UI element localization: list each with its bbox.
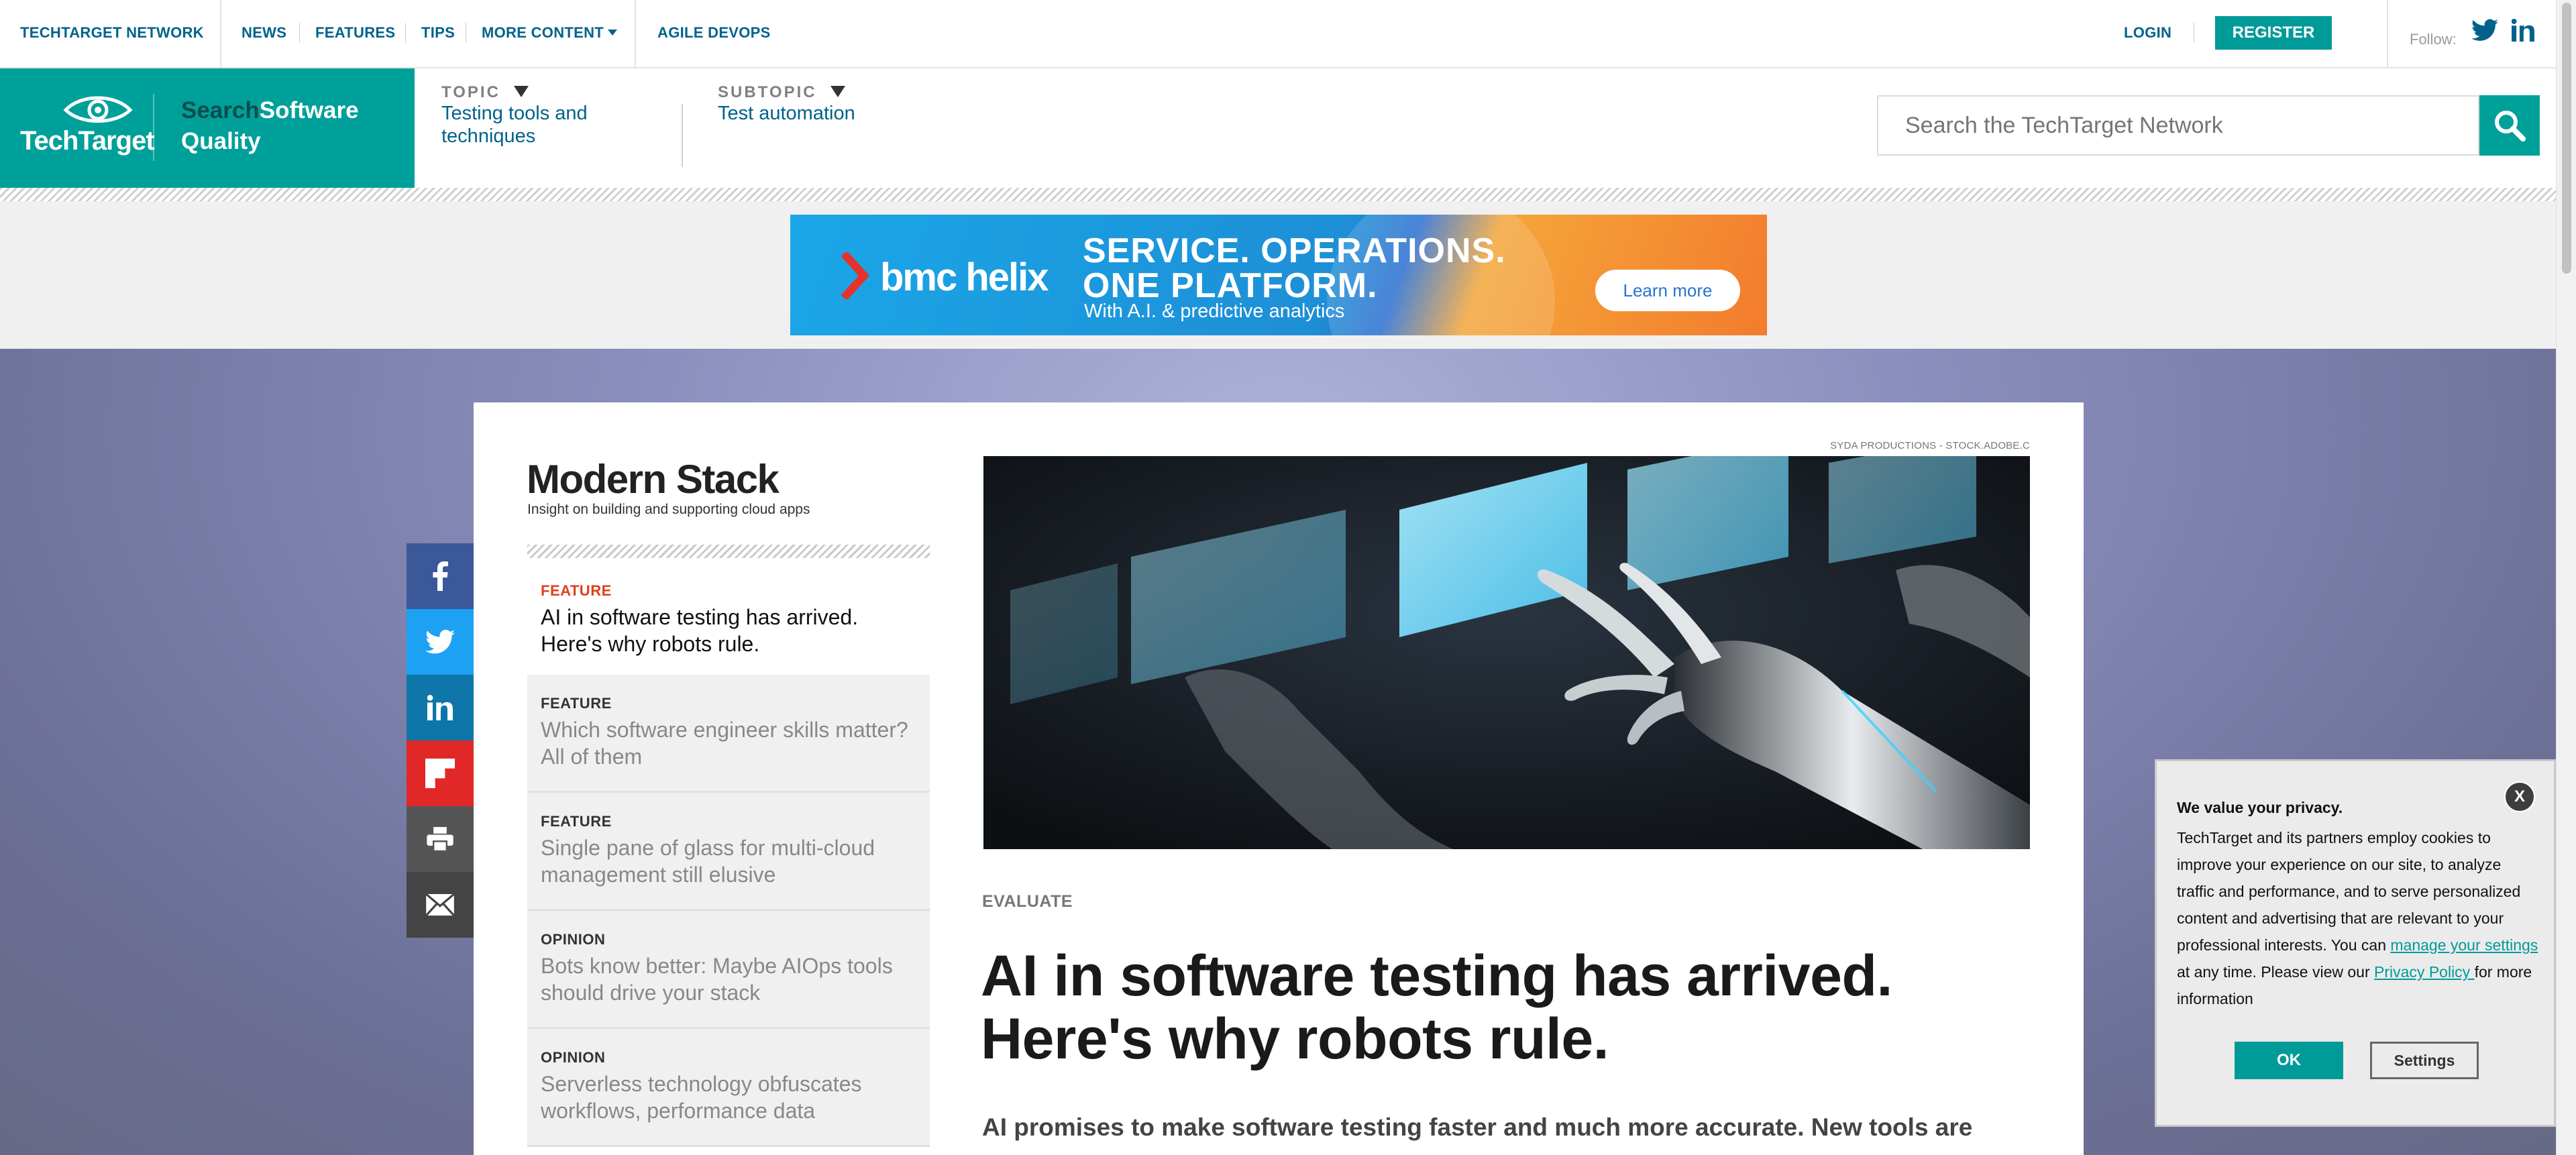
caret-down-icon — [830, 86, 845, 97]
article-headline: Bots know better: Maybe AIOps tools shou… — [541, 954, 893, 1005]
nav-more-content[interactable]: MORE CONTENT — [482, 24, 618, 42]
topic-label: TOPIC — [441, 83, 500, 101]
topic-value[interactable]: Testing tools and techniques — [441, 102, 588, 148]
list-item[interactable]: FEATURE AI in software testing has arriv… — [527, 562, 930, 680]
print-icon — [427, 827, 453, 851]
flipboard-icon — [425, 759, 455, 788]
nav-techtarget-network[interactable]: TECHTARGET NETWORK — [20, 24, 204, 42]
privacy-ok-button[interactable]: OK — [2235, 1042, 2343, 1079]
article-headline: Which software engineer skills matter? A… — [541, 718, 908, 769]
login-link[interactable]: LOGIN — [2124, 24, 2171, 42]
nav-divider — [2387, 0, 2388, 67]
linkedin-icon — [427, 695, 453, 720]
nav-more-content-label: MORE CONTENT — [482, 24, 604, 41]
search-box — [1877, 95, 2479, 156]
site-brand-block[interactable]: TechTarget SearchSoftware Quality — [0, 68, 415, 188]
privacy-text: at any time. Please view our — [2177, 963, 2375, 981]
share-twitter-button[interactable] — [407, 609, 474, 675]
bmc-chevron-icon — [841, 252, 870, 299]
scrollbar-thumb[interactable] — [2562, 3, 2571, 274]
article-headline: Single pane of glass for multi-cloud man… — [541, 836, 875, 887]
close-privacy-button[interactable]: X — [2504, 781, 2535, 812]
article-type-label: OPINION — [541, 1049, 606, 1066]
article-lead: AI promises to make software testing fas… — [982, 1113, 1973, 1141]
ad-brand: bmc helix — [880, 256, 1049, 299]
print-button[interactable] — [407, 806, 474, 872]
privacy-text: TechTarget and its partners employ cooki… — [2177, 829, 2521, 954]
nav-separator — [299, 23, 300, 43]
list-item[interactable]: OPINION Bots know better: Maybe AIOps to… — [527, 911, 930, 1029]
list-item[interactable]: OPINION Serverless technology obfuscates… — [527, 1029, 930, 1147]
article-hero-image — [983, 456, 2030, 849]
search-input[interactable] — [1878, 97, 2478, 154]
email-button[interactable] — [407, 872, 474, 938]
article-headline: AI in software testing has arrived. Here… — [541, 605, 859, 656]
search-icon — [2495, 111, 2526, 142]
topic-dropdown[interactable]: TOPIC — [441, 83, 529, 102]
header-divider — [682, 104, 683, 167]
subtopic-value[interactable]: Test automation — [718, 102, 855, 125]
subtopic-dropdown[interactable]: SUBTOPIC — [718, 83, 845, 102]
share-facebook-button[interactable] — [407, 543, 474, 609]
article-type-label: FEATURE — [541, 813, 612, 830]
privacy-body: TechTarget and its partners employ cooki… — [2177, 824, 2539, 1012]
list-item[interactable]: FEATURE Which software engineer skills m… — [527, 675, 930, 793]
page-scrollbar[interactable] — [2556, 0, 2576, 1155]
search-button[interactable] — [2479, 95, 2540, 156]
privacy-settings-button[interactable]: Settings — [2370, 1042, 2479, 1079]
twitter-icon — [425, 629, 455, 654]
nav-agile-devops[interactable]: AGILE DEVOPS — [657, 24, 771, 42]
privacy-popup: X We value your privacy. TechTarget and … — [2155, 759, 2556, 1127]
stack-title[interactable]: Modern Stack — [527, 456, 780, 502]
site-name-2: Quality — [181, 128, 261, 154]
techtarget-logo: TechTarget — [20, 126, 155, 156]
linkedin-follow-icon[interactable] — [2511, 19, 2534, 45]
image-credit: SYDA PRODUCTIONS - STOCK.ADOBE.C — [1830, 440, 2030, 451]
article-type-label: OPINION — [541, 931, 606, 948]
facebook-icon — [433, 561, 448, 591]
manage-settings-link[interactable]: manage your settings — [2390, 936, 2538, 954]
caret-down-icon — [513, 86, 529, 97]
share-flipboard-button[interactable] — [407, 740, 474, 806]
top-navigation: TECHTARGET NETWORK NEWS FEATURES TIPS MO… — [0, 0, 2556, 68]
twitter-follow-icon[interactable] — [2471, 19, 2498, 45]
brand-divider — [153, 94, 154, 161]
article-type-label: FEATURE — [541, 582, 612, 599]
email-icon — [426, 894, 454, 916]
caret-down-icon — [608, 30, 618, 36]
topic-value-line2: techniques — [441, 125, 536, 147]
nav-divider — [220, 0, 221, 67]
subtopic-label: SUBTOPIC — [718, 83, 817, 101]
nav-separator — [405, 23, 406, 43]
privacy-heading: We value your privacy. — [2177, 799, 2343, 816]
stack-subtitle: Insight on building and supporting cloud… — [527, 502, 810, 517]
stack-hatch-divider — [527, 545, 930, 558]
follow-label: Follow: — [2410, 31, 2457, 48]
site-name: SearchSoftware Quality — [181, 95, 396, 157]
advertisement-banner[interactable]: bmc helix SERVICE. OPERATIONS. ONE PLATF… — [790, 215, 1767, 335]
nav-news[interactable]: NEWS — [241, 24, 286, 42]
privacy-policy-link[interactable]: Privacy Policy — [2374, 963, 2475, 981]
nav-tips[interactable]: TIPS — [421, 24, 455, 42]
article-category[interactable]: EVALUATE — [982, 892, 1073, 912]
share-linkedin-button[interactable] — [407, 675, 474, 740]
article-title: AI in software testing has arrived. Here… — [981, 944, 1892, 1071]
ad-learn-more-button[interactable]: Learn more — [1595, 270, 1740, 311]
article-headline: Serverless technology obfuscates workflo… — [541, 1072, 862, 1123]
techtarget-eye-icon — [63, 96, 133, 123]
ad-headline-line2: ONE PLATFORM. — [1083, 266, 1378, 305]
header-hatch-divider — [0, 188, 2556, 201]
article-type-label: FEATURE — [541, 695, 612, 712]
register-button[interactable]: REGISTER — [2215, 16, 2332, 50]
topic-value-line1: Testing tools and — [441, 103, 588, 124]
ad-subline: With A.I. & predictive analytics — [1084, 300, 1345, 322]
nav-divider — [635, 0, 636, 67]
site-prefix: Search — [181, 97, 260, 123]
nav-features[interactable]: FEATURES — [315, 24, 395, 42]
site-name-1: Software — [259, 97, 359, 123]
ad-headline-line1: SERVICE. OPERATIONS. — [1083, 231, 1506, 270]
list-item[interactable]: FEATURE Single pane of glass for multi-c… — [527, 793, 930, 911]
